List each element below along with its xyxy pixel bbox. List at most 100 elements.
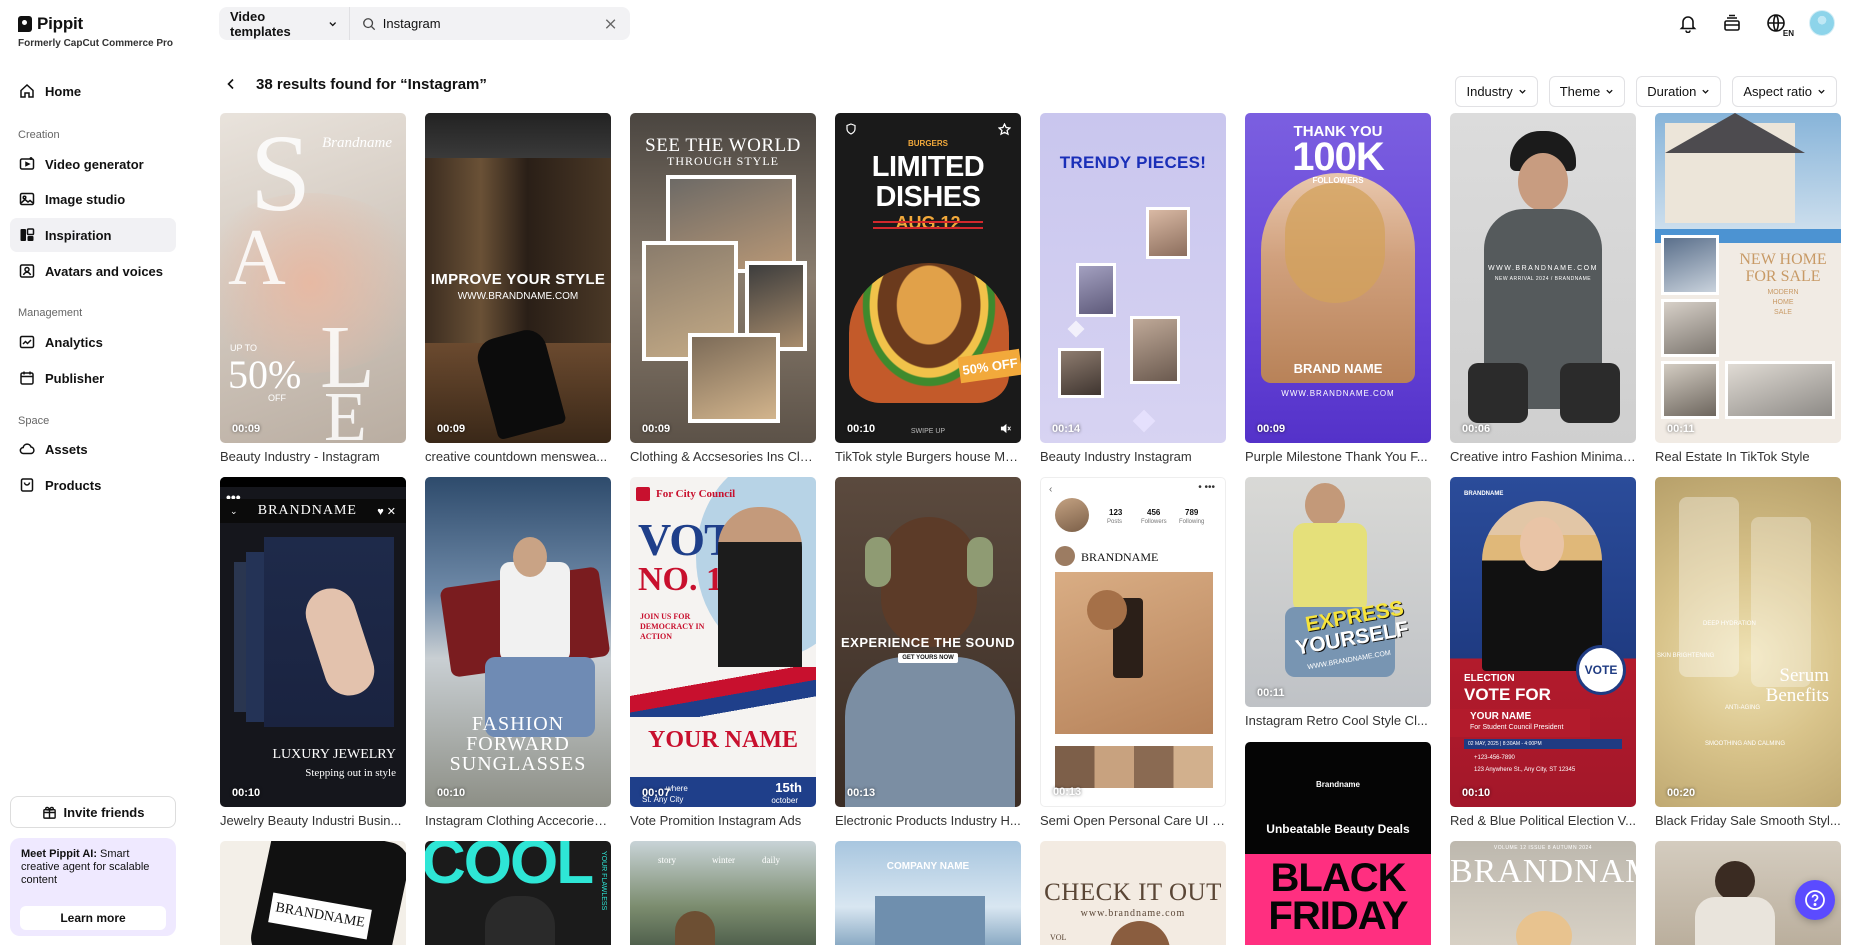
template-card[interactable]: EXPERIENCE THE SOUND GET YOURS NOW 00:13… [835, 477, 1021, 828]
chevron-down-icon [1519, 89, 1526, 94]
template-card[interactable]: WWW.BRANDNAME.COM NEW ARRIVAL 2024 / BRA… [1450, 113, 1636, 464]
template-card[interactable]: story winter daily [630, 841, 816, 945]
filter-label: Aspect ratio [1743, 84, 1812, 99]
sidebar-item-products[interactable]: Products [10, 468, 176, 502]
sidebar-item-assets[interactable]: Assets [10, 432, 176, 466]
sidebar-item-analytics[interactable]: Analytics [10, 325, 176, 359]
search-type-dropdown[interactable]: Video templates [219, 7, 350, 40]
template-card[interactable]: NEW HOME FOR SALE MODERN HOME SALE 00:11… [1655, 113, 1841, 464]
clear-search-icon[interactable] [603, 16, 618, 32]
template-card[interactable]: ‹ • ••• 123 456 789 Posts Followers Foll… [1040, 477, 1226, 828]
duration-badge: 00:10 [1462, 787, 1491, 799]
language-button[interactable]: EN [1765, 12, 1794, 38]
sidebar-item-image-studio[interactable]: Image studio [10, 182, 176, 216]
language-code: EN [1782, 29, 1794, 38]
template-card[interactable]: For City Council VOTE NO. 1 JOIN US FOR … [630, 477, 816, 828]
logo[interactable]: Pippit [18, 14, 83, 34]
benefit-1: DEEP HYDRATION [1703, 621, 1756, 627]
user-avatar[interactable] [1809, 10, 1835, 36]
headline-line2: FOR SALE [1745, 268, 1821, 285]
template-caption: Instagram Clothing Accecories... [425, 813, 611, 828]
star-icon [998, 123, 1011, 136]
help-button[interactable] [1795, 880, 1835, 920]
brand-text: Brandname [1315, 780, 1360, 789]
duration-badge: 00:10 [232, 787, 261, 799]
template-card[interactable]: COMPANY NAME [835, 841, 1021, 945]
promo-text: Meet Pippit AI: Smart creative agent for… [21, 848, 165, 887]
template-caption: Red & Blue Political Election V... [1450, 813, 1636, 828]
template-card[interactable]: THANK YOU 100K FOLLOWERS BRAND NAME WWW.… [1245, 113, 1431, 464]
template-caption: Beauty Industry Instagram [1040, 449, 1192, 464]
template-thumbnail: story winter daily [630, 841, 816, 945]
notifications-button[interactable] [1677, 12, 1699, 34]
home-icon [20, 83, 34, 98]
filter-duration[interactable]: Duration [1636, 76, 1722, 107]
duration-badge: 00:09 [642, 423, 671, 435]
template-card[interactable]: DEEP HYDRATION SKIN BRIGHTENING ANTI-AGI… [1655, 477, 1841, 828]
sidebar-item-publisher[interactable]: Publisher [10, 361, 176, 395]
sidebar-item-home[interactable]: Home [10, 74, 176, 108]
template-card[interactable]: BURGERS LIMITED DISHES AUG.12 50% OFF SW… [835, 113, 1021, 464]
sidebar-item-inspiration[interactable]: Inspiration [10, 218, 176, 252]
template-card[interactable]: FASHION FORWARD SUNGLASSES 00:10 Instagr… [425, 477, 611, 828]
template-card[interactable]: Brandname Unbeatable Beauty Deals BLACK … [1245, 742, 1431, 945]
election-label: ELECTION [1464, 673, 1515, 684]
sidebar-item-label: Image studio [45, 191, 126, 207]
section-management: Management [18, 307, 83, 319]
template-card[interactable]: BRANDNAME [220, 841, 406, 945]
tag-story: story [658, 855, 676, 865]
template-thumbnail: NEW HOME FOR SALE MODERN HOME SALE 00:11 [1655, 113, 1841, 443]
tagline-text: JOIN US FOR DEMOCRACY IN ACTION [640, 612, 705, 641]
bell-icon [1679, 16, 1697, 33]
back-arrow-icon[interactable] [224, 77, 238, 91]
projects-button[interactable] [1721, 12, 1743, 34]
filter-aspect-ratio[interactable]: Aspect ratio [1732, 76, 1837, 107]
sidebar-item-label: Avatars and voices [45, 263, 164, 279]
template-card[interactable]: CHECK IT OUT www.brandname.com VOL [1040, 841, 1226, 945]
inspiration-icon [20, 228, 35, 241]
learn-more-button[interactable]: Learn more [20, 906, 166, 930]
brand-text: BRAND NAME [1293, 361, 1383, 376]
label-posts: Posts [1107, 519, 1123, 525]
template-thumbnail: DEEP HYDRATION SKIN BRIGHTENING ANTI-AGI… [1655, 477, 1841, 807]
headline-text: IMPROVE YOUR STYLE [430, 271, 606, 288]
template-thumbnail: EXPERIENCE THE SOUND GET YOURS NOW 00:13 [835, 477, 1021, 807]
template-caption: Instagram Retro Cool Style Cl... [1245, 713, 1428, 728]
template-card[interactable]: IMPROVE YOUR STYLE WWW.BRANDNAME.COM 00:… [425, 113, 611, 464]
date-text: AUG.12 [895, 213, 961, 233]
duration-badge: 00:13 [847, 787, 876, 799]
filter-theme[interactable]: Theme [1548, 76, 1626, 107]
chevron-down-icon [1702, 89, 1709, 94]
sidebar-item-avatars-voices[interactable]: Avatars and voices [10, 254, 176, 288]
template-card[interactable]: SEE THE WORLD THROUGH STYLE 00:09 Clothi… [630, 113, 816, 464]
section-space: Space [18, 415, 50, 427]
offer-value: 50% [228, 352, 302, 397]
sidebar-item-label: Home [45, 83, 82, 99]
template-thumbnail: Brandname Unbeatable Beauty Deals BLACK … [1245, 742, 1431, 945]
template-thumbnail: WWW.BRANDNAME.COM NEW ARRIVAL 2024 / BRA… [1450, 113, 1636, 443]
filter-industry[interactable]: Industry [1455, 76, 1538, 107]
duration-badge: 00:13 [1053, 786, 1082, 798]
sidebar-item-video-generator[interactable]: Video generator [10, 147, 176, 181]
brand-text: BRANDNAME [257, 503, 357, 518]
invite-friends-button[interactable]: Invite friends [10, 796, 176, 828]
template-card[interactable]: VOLUME 12 ISSUE 8 AUTUMN 2024 BRANDNAME [1450, 841, 1636, 945]
sub-line3: SALE [1774, 309, 1792, 316]
template-card[interactable]: S A L E Brandname UP TO 50% OFF 00:09 Be… [220, 113, 406, 464]
brand-text: BRANDNAME [1464, 491, 1504, 497]
template-thumbnail: BRANDNAME VOTE ELECTION VOTE FOR YOUR NA… [1450, 477, 1636, 807]
issue-text: VOLUME 12 ISSUE 8 AUTUMN 2024 [1493, 845, 1593, 851]
template-card[interactable]: EXPRESS YOURSELF WWW.BRANDNAME.COM 00:11… [1245, 477, 1431, 728]
template-card[interactable]: COOL YOUR FLAWLESS [425, 841, 611, 945]
template-card[interactable]: ••• ⌄ BRANDNAME ♥ ✕ LUXURY JEWELRY Stepp… [220, 477, 406, 828]
search-input[interactable] [382, 16, 603, 31]
template-card[interactable]: TRENDY PIECES! 00:14 Beauty Industry Ins… [1040, 113, 1226, 464]
headline-text: TRENDY PIECES! [1059, 153, 1207, 172]
mute-icon [1000, 423, 1011, 434]
headline-number: NO. 1 [638, 561, 723, 598]
template-card[interactable]: BRANDNAME VOTE ELECTION VOTE FOR YOUR NA… [1450, 477, 1636, 828]
video-generator-icon [19, 157, 35, 170]
category-text: BURGERS [907, 139, 948, 148]
headline-line1: NEW HOME [1739, 251, 1827, 268]
headline-text: Unbeatable Beauty Deals [1266, 822, 1410, 836]
